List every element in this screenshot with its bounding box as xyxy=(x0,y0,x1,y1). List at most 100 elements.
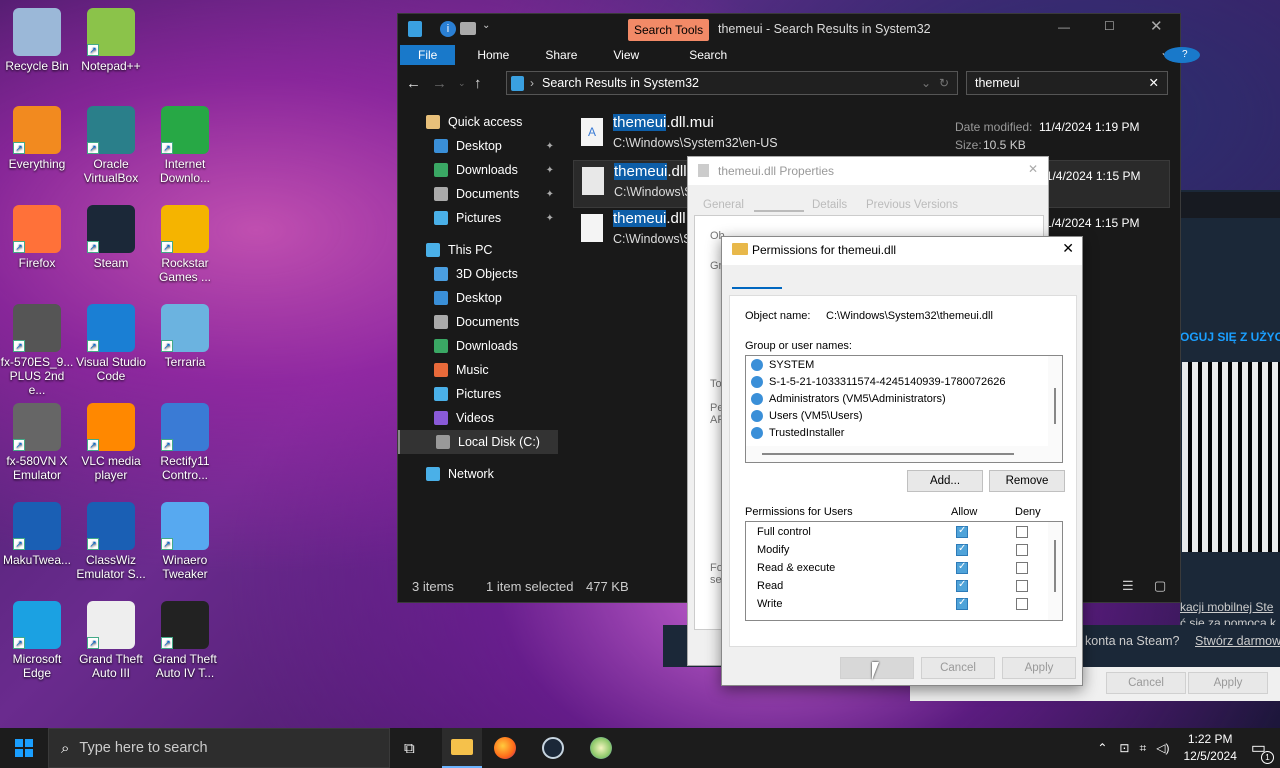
user-list[interactable]: SYSTEM S-1-5-21-1033311574-4245140939-178… xyxy=(745,355,1063,463)
address-dropdown-icon[interactable]: ⌄ xyxy=(921,76,931,90)
desktop-icon[interactable]: ↗ Notepad++ xyxy=(74,8,148,73)
desktop-icon[interactable]: ↗ Internet Downlo... xyxy=(148,106,222,185)
steam-login-window[interactable]: ✕ OGUJ SIĘ Z UŻYC kacji mobilnej Ste ć s… xyxy=(1180,190,1280,670)
user-row[interactable]: Users (VM5\Users) xyxy=(746,407,1062,424)
user-row[interactable]: TrustedInstaller xyxy=(746,424,1062,441)
close-icon[interactable]: ✕ xyxy=(1150,17,1163,35)
shortcut-arrow-icon: ↗ xyxy=(161,439,173,451)
desktop-icon[interactable]: ↗ Everything xyxy=(0,106,74,171)
back-icon[interactable]: ← xyxy=(406,75,426,92)
tray-chevron-up-icon[interactable]: ⌃ xyxy=(1097,741,1107,755)
add-button[interactable]: Add... xyxy=(907,470,983,492)
notifications-icon[interactable]: ▭ 1 xyxy=(1251,738,1274,764)
taskbar-search-box[interactable]: ⌕ Type here to search xyxy=(48,728,390,768)
desktop-icon[interactable]: ↗ Oracle VirtualBox xyxy=(74,106,148,185)
desktop-icon[interactable]: ↗ Grand Theft Auto III xyxy=(74,601,148,680)
steam-cancel-button[interactable]: Cancel xyxy=(1106,672,1186,694)
user-row[interactable]: Administrators (VM5\Administrators) xyxy=(746,390,1062,407)
desktop-icon[interactable]: ↗ Firefox xyxy=(0,205,74,270)
properties-close-icon[interactable]: ✕ xyxy=(1028,162,1038,176)
search-box[interactable]: themeui ✕ xyxy=(966,71,1168,95)
task-view-icon[interactable]: ⧉ xyxy=(404,740,424,757)
tab-general[interactable]: General xyxy=(703,199,744,211)
deny-checkbox[interactable] xyxy=(1016,544,1028,556)
ribbon-tab-home[interactable]: Home xyxy=(459,48,527,62)
user-row[interactable]: SYSTEM xyxy=(746,356,1062,373)
tab-previous-versions[interactable]: Previous Versions xyxy=(866,199,958,211)
desktop-icon[interactable]: Recycle Bin xyxy=(0,8,74,73)
user-row[interactable]: S-1-5-21-1033311574-4245140939-178007262… xyxy=(746,373,1062,390)
search-input[interactable]: themeui xyxy=(975,76,1019,90)
file-row-1[interactable]: A themeui.dll.mui C:\Windows\System32\en… xyxy=(573,112,1170,160)
apply-button[interactable]: Apply xyxy=(1002,657,1076,679)
tab-security[interactable] xyxy=(754,199,804,212)
ribbon-tab-search[interactable]: Search xyxy=(671,48,745,62)
tray-volume-icon[interactable]: ◁) xyxy=(1156,741,1169,755)
deny-checkbox[interactable] xyxy=(1016,526,1028,538)
properties-titlebar[interactable]: themeui.dll Properties ✕ xyxy=(688,157,1048,185)
desktop-icon[interactable]: ↗ Rectify11 Contro... xyxy=(148,403,222,482)
user-list-vscrollbar[interactable] xyxy=(1048,356,1062,446)
address-input[interactable]: › Search Results in System32 ⌄ ↻ xyxy=(506,71,958,95)
allow-checkbox[interactable] xyxy=(956,525,968,538)
deny-checkbox[interactable] xyxy=(1016,580,1028,592)
desktop-icon[interactable]: ↗ VLC media player xyxy=(74,403,148,482)
desktop-icon[interactable]: ↗ Microsoft Edge xyxy=(0,601,74,680)
maximize-icon[interactable]: ☐ xyxy=(1104,19,1115,33)
taskbar-steam-icon[interactable] xyxy=(542,737,564,759)
large-icons-view-icon[interactable]: ▢ xyxy=(1154,578,1166,594)
desktop-icon[interactable]: ↗ Visual Studio Code xyxy=(74,304,148,383)
tray-remote-icon[interactable]: ⌗ xyxy=(1139,741,1146,756)
desktop-icon[interactable]: ↗ ClassWiz Emulator S... xyxy=(74,502,148,581)
desktop-icon[interactable]: ↗ Grand Theft Auto IV T... xyxy=(148,601,222,680)
permissions-titlebar[interactable]: Permissions for themeui.dll ✕ xyxy=(722,237,1082,265)
up-icon[interactable]: ↑ xyxy=(474,75,492,92)
desktop-icon[interactable]: ↗ Rockstar Games ... xyxy=(148,205,222,284)
desktop-icon[interactable]: ↗ fx-570ES_9... PLUS 2nd e... xyxy=(0,304,74,397)
deny-checkbox[interactable] xyxy=(1016,598,1028,610)
allow-checkbox[interactable] xyxy=(956,561,968,574)
recent-icon[interactable]: ⌄ xyxy=(458,78,468,89)
permission-name: Read & execute xyxy=(757,562,836,574)
clear-search-icon[interactable]: ✕ xyxy=(1149,75,1159,90)
ribbon-tab-share[interactable]: Share xyxy=(527,48,595,62)
start-button[interactable] xyxy=(0,728,48,768)
tray-network-icon[interactable]: ⊡ xyxy=(1119,741,1129,755)
taskbar-explorer-icon[interactable] xyxy=(442,728,482,768)
ribbon-tab-file[interactable]: File xyxy=(400,45,456,65)
desktop-icon[interactable]: ↗ MakuTwea... xyxy=(0,502,74,567)
clock[interactable]: 1:22 PM 12/5/2024 xyxy=(1183,731,1236,765)
perm-list-scrollbar[interactable] xyxy=(1048,522,1062,620)
properties-qa-icon[interactable]: i xyxy=(440,21,456,37)
permission-row: Write xyxy=(746,594,1062,612)
permissions-dialog[interactable]: Permissions for themeui.dll ✕ Object nam… xyxy=(721,236,1083,686)
minimize-icon[interactable]: — xyxy=(1058,20,1070,34)
desktop-icon[interactable]: ↗ fx-580VN X Emulator xyxy=(0,403,74,482)
refresh-icon[interactable]: ↻ xyxy=(939,76,949,90)
steam-create-account-link[interactable]: Stwórz darmow xyxy=(1195,634,1280,648)
qa-dropdown-icon[interactable]: ⌄ xyxy=(482,20,490,31)
taskbar-winaero-icon[interactable] xyxy=(590,737,612,759)
search-tools-tab[interactable]: Search Tools xyxy=(628,19,710,41)
forward-icon[interactable]: → xyxy=(432,75,452,92)
desktop-icon[interactable]: ↗ Terraria xyxy=(148,304,222,369)
details-view-icon[interactable]: ☰ xyxy=(1122,578,1134,594)
new-folder-qa-icon[interactable] xyxy=(460,22,476,35)
help-icon[interactable]: ? xyxy=(1164,47,1200,63)
steam-apply-button[interactable]: Apply xyxy=(1188,672,1268,694)
remove-button[interactable]: Remove xyxy=(989,470,1065,492)
steam-mobile-link[interactable]: kacji mobilnej Ste xyxy=(1180,600,1273,614)
desktop-icon[interactable]: ↗ Winaero Tweaker xyxy=(148,502,222,581)
taskbar-firefox-icon[interactable] xyxy=(494,737,516,759)
ribbon-tab-view[interactable]: View xyxy=(595,48,657,62)
cancel-button[interactable]: Cancel xyxy=(921,657,995,679)
explorer-titlebar[interactable]: i ⌄ Search Tools themeui - Search Result… xyxy=(398,14,1180,44)
allow-checkbox[interactable] xyxy=(956,597,968,610)
desktop-icon[interactable]: ↗ Steam xyxy=(74,205,148,270)
user-list-hscrollbar[interactable] xyxy=(746,446,1062,462)
allow-checkbox[interactable] xyxy=(956,579,968,592)
allow-checkbox[interactable] xyxy=(956,543,968,556)
deny-checkbox[interactable] xyxy=(1016,562,1028,574)
tab-details[interactable]: Details xyxy=(812,199,847,211)
permissions-close-icon[interactable]: ✕ xyxy=(1062,240,1074,257)
